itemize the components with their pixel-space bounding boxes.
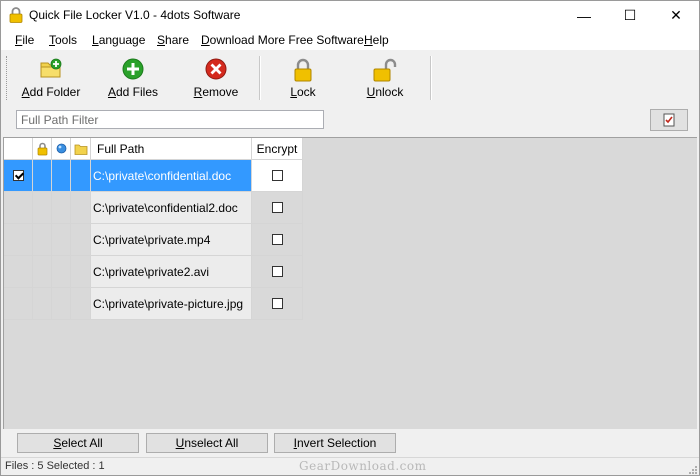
header-encrypt[interactable]: Encrypt bbox=[252, 138, 303, 160]
lock-status-cell bbox=[33, 256, 52, 288]
table-row[interactable]: C:\private\confidential2.doc bbox=[4, 192, 303, 224]
full-path-cell[interactable]: C:\private\private-picture.jpg bbox=[91, 288, 252, 320]
full-path-cell[interactable]: C:\private\private2.avi bbox=[91, 256, 252, 288]
toolbar: Add Folder Add Files Remove Lock Unlock bbox=[1, 50, 699, 108]
full-path-cell[interactable]: C:\private\private.mp4 bbox=[91, 224, 252, 256]
encrypt-cell[interactable] bbox=[252, 288, 303, 320]
encrypt-checkbox[interactable] bbox=[271, 202, 283, 213]
menu-tools[interactable]: Tools bbox=[49, 33, 77, 47]
app-lock-icon bbox=[9, 7, 23, 23]
status-cell bbox=[52, 288, 71, 320]
remove-label: Remove bbox=[193, 85, 239, 99]
unselect-all-label: Unselect All bbox=[175, 436, 239, 450]
app-window: Quick File Locker V1.0 - 4dots Software … bbox=[0, 0, 700, 476]
menu-share[interactable]: Share bbox=[157, 33, 189, 47]
remove-icon bbox=[205, 58, 227, 80]
title-bar: Quick File Locker V1.0 - 4dots Software … bbox=[1, 1, 699, 30]
lock-button[interactable]: Lock bbox=[275, 52, 331, 104]
encrypt-checkbox[interactable] bbox=[271, 298, 283, 309]
add-folder-button[interactable]: Add Folder bbox=[19, 52, 83, 104]
full-path-filter-input[interactable] bbox=[16, 110, 324, 129]
folder-icon bbox=[74, 144, 87, 155]
full-path-cell[interactable]: C:\private\confidential.doc bbox=[91, 160, 252, 192]
toolbar-separator bbox=[259, 56, 261, 100]
row-select-cell[interactable] bbox=[4, 224, 33, 256]
status-bar: Files : 5 Selected : 1 GearDownload.com bbox=[1, 457, 699, 475]
menu-help[interactable]: Help bbox=[364, 33, 389, 47]
close-button[interactable]: ✕ bbox=[653, 1, 699, 30]
file-grid: Full Path Encrypt C:\private\confidentia… bbox=[3, 137, 697, 429]
remove-button[interactable]: Remove bbox=[189, 52, 243, 104]
unselect-all-button[interactable]: Unselect All bbox=[146, 433, 268, 453]
unlock-button[interactable]: Unlock bbox=[353, 52, 417, 104]
unlock-label: Unlock bbox=[366, 85, 404, 99]
add-files-icon bbox=[122, 58, 144, 80]
status-cell bbox=[52, 160, 71, 192]
apply-filter-button[interactable] bbox=[650, 109, 688, 131]
table-row[interactable]: C:\private\confidential.doc bbox=[4, 160, 303, 192]
encrypt-checkbox[interactable] bbox=[271, 234, 283, 245]
lock-status-cell bbox=[33, 288, 52, 320]
status-cell bbox=[52, 192, 71, 224]
maximize-button[interactable]: ☐ bbox=[607, 1, 653, 30]
header-checkbox-column[interactable] bbox=[4, 138, 33, 160]
file-count-status: Files : 5 Selected : 1 bbox=[5, 460, 105, 472]
toolbar-separator bbox=[430, 56, 432, 100]
encrypt-checkbox[interactable] bbox=[271, 266, 283, 277]
menu-bar: File Tools Language Share Download More … bbox=[1, 30, 699, 50]
folder-cell bbox=[71, 288, 91, 320]
folder-cell bbox=[71, 224, 91, 256]
filter-row bbox=[1, 107, 699, 135]
table-row[interactable]: C:\private\private2.avi bbox=[4, 256, 303, 288]
header-folder-column[interactable] bbox=[71, 138, 91, 160]
status-dot-icon bbox=[56, 143, 66, 154]
select-all-label: Select All bbox=[53, 436, 103, 450]
header-lock-column[interactable] bbox=[33, 138, 52, 160]
lock-label: Lock bbox=[290, 85, 316, 99]
row-checkbox[interactable] bbox=[12, 170, 24, 181]
menu-language[interactable]: Language bbox=[92, 33, 145, 47]
add-files-button[interactable]: Add Files bbox=[103, 52, 163, 104]
encrypt-cell[interactable] bbox=[252, 256, 303, 288]
table-row[interactable]: C:\private\private.mp4 bbox=[4, 224, 303, 256]
menu-download-more[interactable]: Download More Free Software bbox=[201, 33, 364, 47]
lock-icon bbox=[294, 58, 312, 82]
invert-selection-label: Invert Selection bbox=[293, 436, 377, 450]
header-status-column[interactable] bbox=[52, 138, 71, 160]
status-cell bbox=[52, 224, 71, 256]
unlock-icon bbox=[373, 58, 397, 82]
lock-icon bbox=[37, 142, 47, 155]
toolbar-grip[interactable] bbox=[6, 56, 9, 100]
row-select-cell[interactable] bbox=[4, 160, 33, 192]
folder-cell bbox=[71, 160, 91, 192]
encrypt-cell[interactable] bbox=[252, 160, 303, 192]
header-full-path[interactable]: Full Path bbox=[91, 138, 252, 160]
select-all-button[interactable]: Select All bbox=[17, 433, 139, 453]
row-select-cell[interactable] bbox=[4, 192, 33, 224]
lock-status-cell bbox=[33, 192, 52, 224]
minimize-button[interactable]: — bbox=[561, 1, 607, 30]
menu-file[interactable]: File bbox=[15, 33, 34, 47]
folder-cell bbox=[71, 256, 91, 288]
encrypt-cell[interactable] bbox=[252, 192, 303, 224]
add-folder-label: Add Folder bbox=[21, 85, 81, 99]
status-cell bbox=[52, 256, 71, 288]
watermark-text: GearDownload.com bbox=[299, 459, 427, 473]
row-select-cell[interactable] bbox=[4, 288, 33, 320]
resize-grip-icon[interactable] bbox=[688, 465, 698, 475]
bottom-button-bar: Select All Unselect All Invert Selection bbox=[1, 429, 699, 457]
encrypt-checkbox[interactable] bbox=[271, 170, 283, 181]
add-folder-icon bbox=[40, 58, 62, 78]
lock-status-cell bbox=[33, 160, 52, 192]
window-title: Quick File Locker V1.0 - 4dots Software bbox=[29, 8, 241, 22]
full-path-cell[interactable]: C:\private\confidential2.doc bbox=[91, 192, 252, 224]
invert-selection-button[interactable]: Invert Selection bbox=[274, 433, 396, 453]
add-files-label: Add Files bbox=[107, 85, 159, 99]
checklist-icon bbox=[663, 113, 675, 127]
table-row[interactable]: C:\private\private-picture.jpg bbox=[4, 288, 303, 320]
row-select-cell[interactable] bbox=[4, 256, 33, 288]
folder-cell bbox=[71, 192, 91, 224]
encrypt-cell[interactable] bbox=[252, 224, 303, 256]
lock-status-cell bbox=[33, 224, 52, 256]
